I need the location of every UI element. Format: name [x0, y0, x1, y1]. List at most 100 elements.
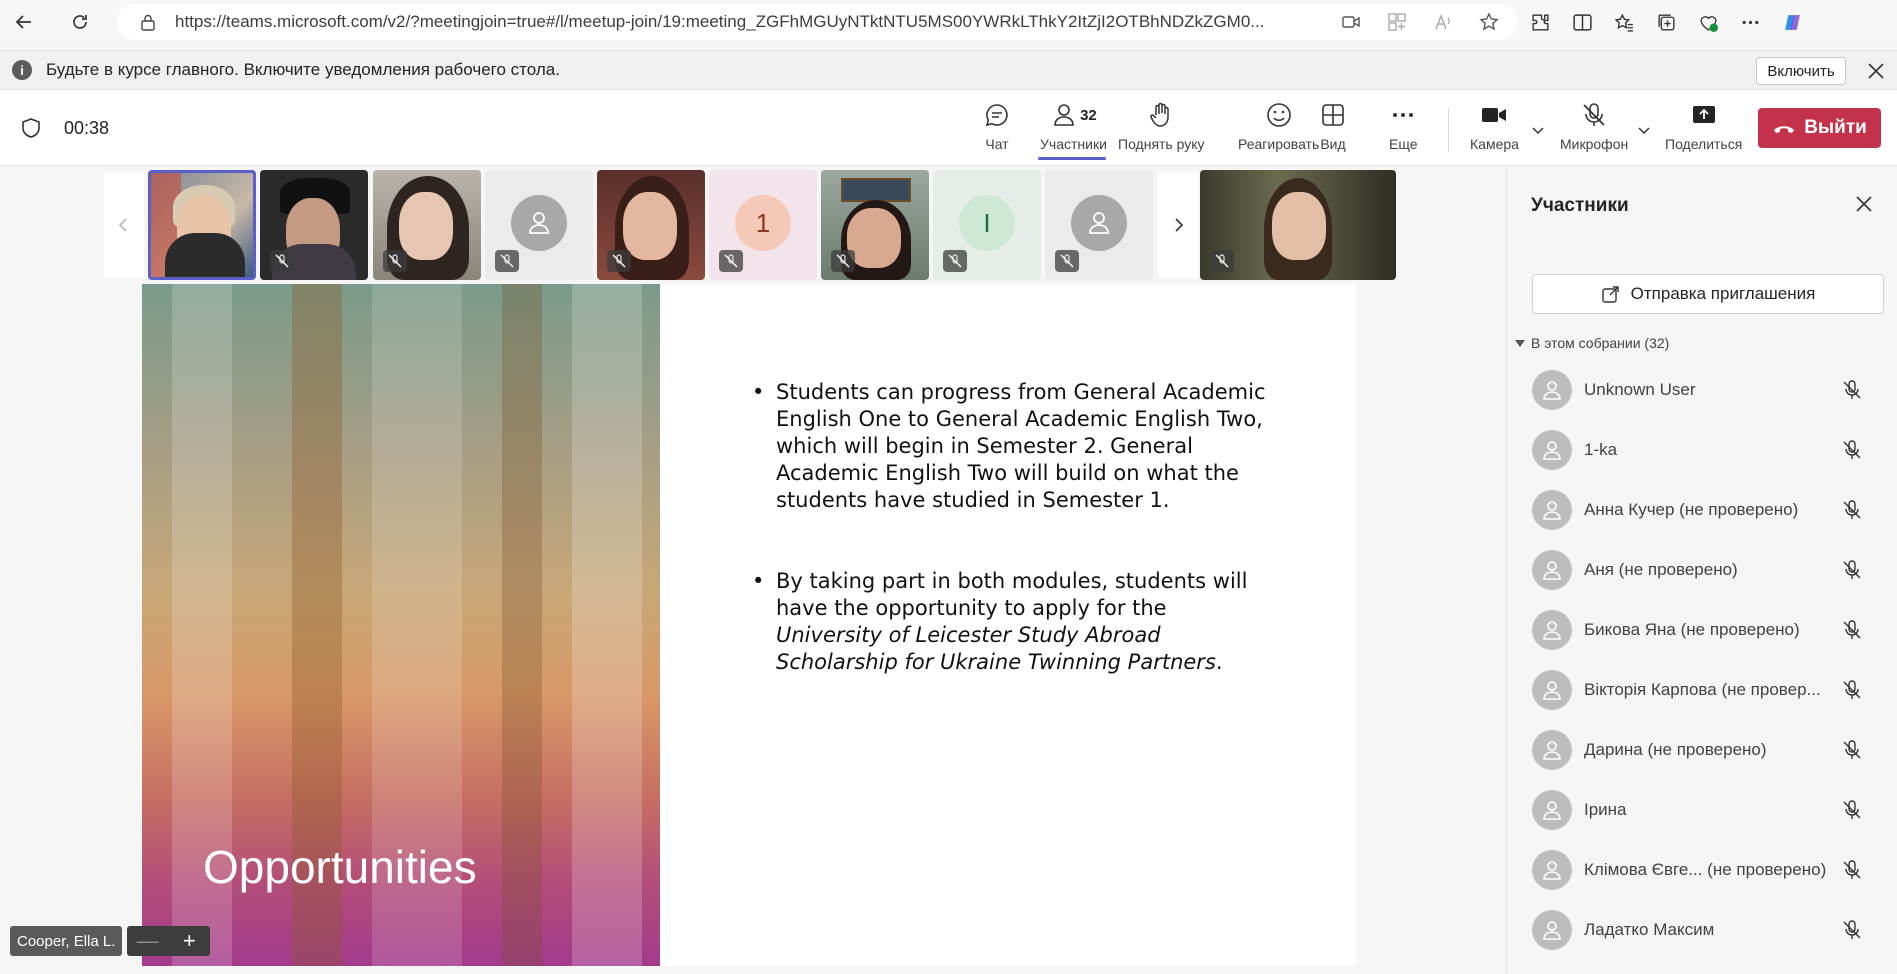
- participant-row[interactable]: Бикова Яна (не проверено): [1507, 600, 1897, 660]
- info-icon: i: [12, 60, 32, 80]
- mic-off-icon: [1843, 920, 1861, 939]
- browser-essentials-icon[interactable]: [1698, 12, 1719, 33]
- avatar: [1532, 370, 1572, 410]
- chat-button[interactable]: Чат: [983, 100, 1011, 158]
- camera-options-chevron-icon[interactable]: [1530, 122, 1546, 138]
- avatar: [1532, 670, 1572, 710]
- share-invite-icon: [1601, 286, 1619, 303]
- person-icon: [1543, 861, 1561, 880]
- raise-hand-button[interactable]: Поднять руку: [1118, 100, 1205, 158]
- presenter-name-tag: Cooper, Ella L.: [10, 926, 123, 956]
- camera-button[interactable]: Камера: [1470, 100, 1519, 158]
- avatar: [1071, 195, 1127, 251]
- participants-count: 32: [1080, 106, 1097, 124]
- video-tile[interactable]: [821, 170, 929, 280]
- mic-off-icon: [275, 254, 289, 268]
- participant-row[interactable]: Аня (не проверено): [1507, 540, 1897, 600]
- video-tile[interactable]: [373, 170, 481, 280]
- person-icon: [1543, 741, 1561, 760]
- view-label: Вид: [1320, 136, 1346, 152]
- favorites-icon[interactable]: [1614, 12, 1635, 33]
- send-invite-button[interactable]: Отправка приглашения: [1532, 274, 1884, 314]
- self-video-tile[interactable]: [1200, 170, 1396, 280]
- zoom-in-button[interactable]: +: [170, 928, 208, 954]
- person-icon: [1089, 212, 1109, 234]
- split-screen-icon[interactable]: [1572, 12, 1593, 33]
- view-button[interactable]: Вид: [1319, 100, 1347, 158]
- person-icon: [529, 212, 549, 234]
- avatar: [1532, 910, 1572, 950]
- lock-icon[interactable]: [139, 13, 157, 31]
- person-icon: [1543, 921, 1561, 940]
- app-available-icon[interactable]: [1387, 12, 1407, 32]
- url-text[interactable]: https://teams.microsoft.com/v2/?meetingj…: [175, 12, 1295, 32]
- extensions-icon[interactable]: [1530, 12, 1551, 33]
- participant-row[interactable]: Ірина: [1507, 780, 1897, 840]
- shield-icon[interactable]: [20, 117, 42, 139]
- muted-indicator: [1210, 250, 1234, 272]
- close-panel-icon[interactable]: [1853, 193, 1875, 215]
- person-shoulders: [165, 233, 245, 277]
- mic-off-icon: [1843, 440, 1861, 459]
- participant-row[interactable]: Unknown User: [1507, 360, 1897, 420]
- video-tile[interactable]: [597, 170, 705, 280]
- copilot-icon[interactable]: [1782, 12, 1803, 33]
- avatar-tile[interactable]: [1045, 170, 1153, 280]
- video-tile-active-speaker[interactable]: [148, 170, 256, 280]
- leave-button[interactable]: Выйти: [1758, 108, 1881, 148]
- react-label: Реагировать: [1238, 136, 1320, 152]
- muted-indicator: [495, 250, 519, 272]
- avatar: [1532, 430, 1572, 470]
- thumbnails-next-button[interactable]: [1158, 172, 1198, 278]
- bullet-text: Students can progress from General Acade…: [776, 380, 1266, 512]
- participant-row[interactable]: 1-ka: [1507, 420, 1897, 480]
- more-button[interactable]: Еще: [1389, 100, 1418, 158]
- react-button[interactable]: Реагировать: [1238, 100, 1319, 158]
- share-button[interactable]: Поделиться: [1665, 100, 1742, 158]
- refresh-button[interactable]: [60, 4, 100, 40]
- person-face: [847, 208, 901, 268]
- microphone-label: Микрофон: [1560, 136, 1629, 152]
- participant-row[interactable]: Вікторія Карпова (не провер...: [1507, 660, 1897, 720]
- mic-off-icon: [1843, 740, 1861, 759]
- avatar-tile[interactable]: 1: [709, 170, 817, 280]
- collections-icon[interactable]: [1656, 12, 1677, 33]
- participant-row[interactable]: Анна Кучер (не проверено): [1507, 480, 1897, 540]
- favorite-star-icon[interactable]: [1479, 12, 1499, 32]
- mic-options-chevron-icon[interactable]: [1636, 122, 1652, 138]
- avatar: [511, 195, 567, 251]
- refresh-icon: [73, 15, 87, 29]
- back-button[interactable]: [4, 4, 44, 40]
- avatar-tile[interactable]: I: [933, 170, 1041, 280]
- meeting-toolbar: 00:38 Чат 32 Участники Поднять руку Реаг…: [0, 90, 1897, 166]
- address-bar[interactable]: https://teams.microsoft.com/v2/?meetingj…: [117, 4, 1517, 40]
- leave-label: Выйти: [1804, 117, 1867, 138]
- avatar: [1532, 550, 1572, 590]
- muted-indicator: [270, 250, 294, 272]
- participant-row[interactable]: Дарина (не проверено): [1507, 720, 1897, 780]
- zoom-out-button[interactable]: —: [129, 928, 167, 954]
- avatar: [1532, 730, 1572, 770]
- participants-button[interactable]: 32 Участники: [1040, 100, 1107, 158]
- enable-notifications-button[interactable]: Включить: [1756, 57, 1846, 85]
- mic-off-icon: [948, 254, 962, 268]
- microphone-button[interactable]: Микрофон: [1560, 100, 1628, 158]
- chevron-right-icon: [1175, 218, 1184, 232]
- in-meeting-section-toggle[interactable]: В этом собрании (32): [1515, 335, 1669, 351]
- video-icon[interactable]: [1341, 12, 1361, 32]
- more-dots-icon[interactable]: [1740, 12, 1761, 33]
- participants-panel: Участники Отправка приглашения В этом со…: [1506, 167, 1897, 974]
- participant-row[interactable]: Ладатко Максим: [1507, 900, 1897, 960]
- panel-title: Участники: [1531, 195, 1629, 216]
- avatar-tile[interactable]: [485, 170, 593, 280]
- slide-bullets: Students can progress from General Acade…: [752, 379, 1272, 730]
- thumbnails-prev-button[interactable]: [104, 172, 144, 278]
- read-aloud-icon[interactable]: [1433, 12, 1453, 32]
- close-icon[interactable]: [1864, 59, 1888, 83]
- muted-indicator: [383, 250, 407, 272]
- meeting-timer: 00:38: [64, 118, 110, 138]
- participant-name: Ладатко Максим: [1584, 920, 1715, 939]
- muted-indicator: [1055, 250, 1079, 272]
- participant-row[interactable]: Клімова Євге... (не проверено): [1507, 840, 1897, 900]
- video-tile[interactable]: [260, 170, 368, 280]
